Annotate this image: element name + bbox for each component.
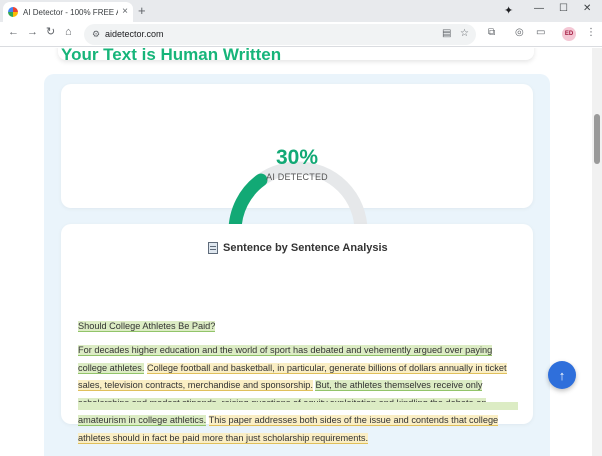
tab-close-icon[interactable]: × — [122, 7, 128, 17]
close-window-button[interactable]: ✕ — [583, 4, 591, 14]
title-sentence-line: Should College Athletes Be Paid? — [78, 318, 518, 336]
tab-strip: AI Detector - 100% FREE AI C × + ✦ — ☐ ✕ — [0, 0, 602, 22]
next-paragraph-highlight — [78, 402, 518, 410]
analysis-heading-text: Sentence by Sentence Analysis — [223, 242, 388, 254]
media-icon[interactable]: ▭ — [536, 27, 545, 38]
url-text[interactable]: aidetector.com — [105, 29, 164, 39]
ai-percentage: 30% — [275, 146, 319, 169]
back-icon[interactable]: ← — [8, 27, 19, 38]
profile-avatar[interactable]: ED — [562, 27, 576, 41]
page-scrollbar[interactable] — [592, 48, 602, 456]
extensions-icon[interactable]: ⧉ — [488, 27, 495, 38]
ai-detected-label: AI DETECTED — [266, 172, 328, 182]
screenshot-icon[interactable]: ◎ — [515, 27, 524, 38]
menu-kebab-icon[interactable]: ⋮ — [586, 27, 596, 38]
browser-tab[interactable]: AI Detector - 100% FREE AI C × — [3, 2, 133, 22]
arrow-up-icon: ↑ — [558, 367, 566, 383]
paragraph-1: For decades higher education and the wor… — [78, 342, 518, 447]
page-info-icon[interactable]: ▤ — [442, 28, 451, 39]
maximize-button[interactable]: ☐ — [559, 4, 568, 14]
gemini-sparkle-icon[interactable]: ✦ — [504, 4, 513, 17]
new-tab-button[interactable]: + — [138, 4, 146, 17]
forward-icon[interactable]: → — [27, 27, 38, 38]
reload-icon[interactable]: ↻ — [46, 27, 55, 38]
result-title: Your Text is Human Written — [61, 45, 282, 64]
browser-toolbar: ← → ↻ ⌂ ⚙ aidetector.com ▤ ☆ ⧉ ◎ ▭ ED ⋮ — [0, 22, 602, 47]
sentence-human[interactable]: Should College Athletes Be Paid? — [78, 321, 216, 332]
site-info-icon[interactable]: ⚙ — [92, 29, 100, 40]
home-icon[interactable]: ⌂ — [65, 27, 72, 38]
analysis-heading: Sentence by Sentence Analysis — [208, 242, 408, 254]
tab-title: AI Detector - 100% FREE AI C — [23, 7, 118, 17]
bookmark-star-icon[interactable]: ☆ — [460, 28, 469, 39]
scroll-to-top-button[interactable]: ↑ — [548, 361, 576, 389]
address-bar[interactable]: ⚙ aidetector.com ▤ ☆ — [84, 24, 476, 45]
site-favicon-icon — [8, 7, 18, 17]
scrollbar-thumb[interactable] — [594, 114, 600, 164]
document-icon — [208, 242, 218, 254]
minimize-button[interactable]: — — [534, 4, 544, 14]
